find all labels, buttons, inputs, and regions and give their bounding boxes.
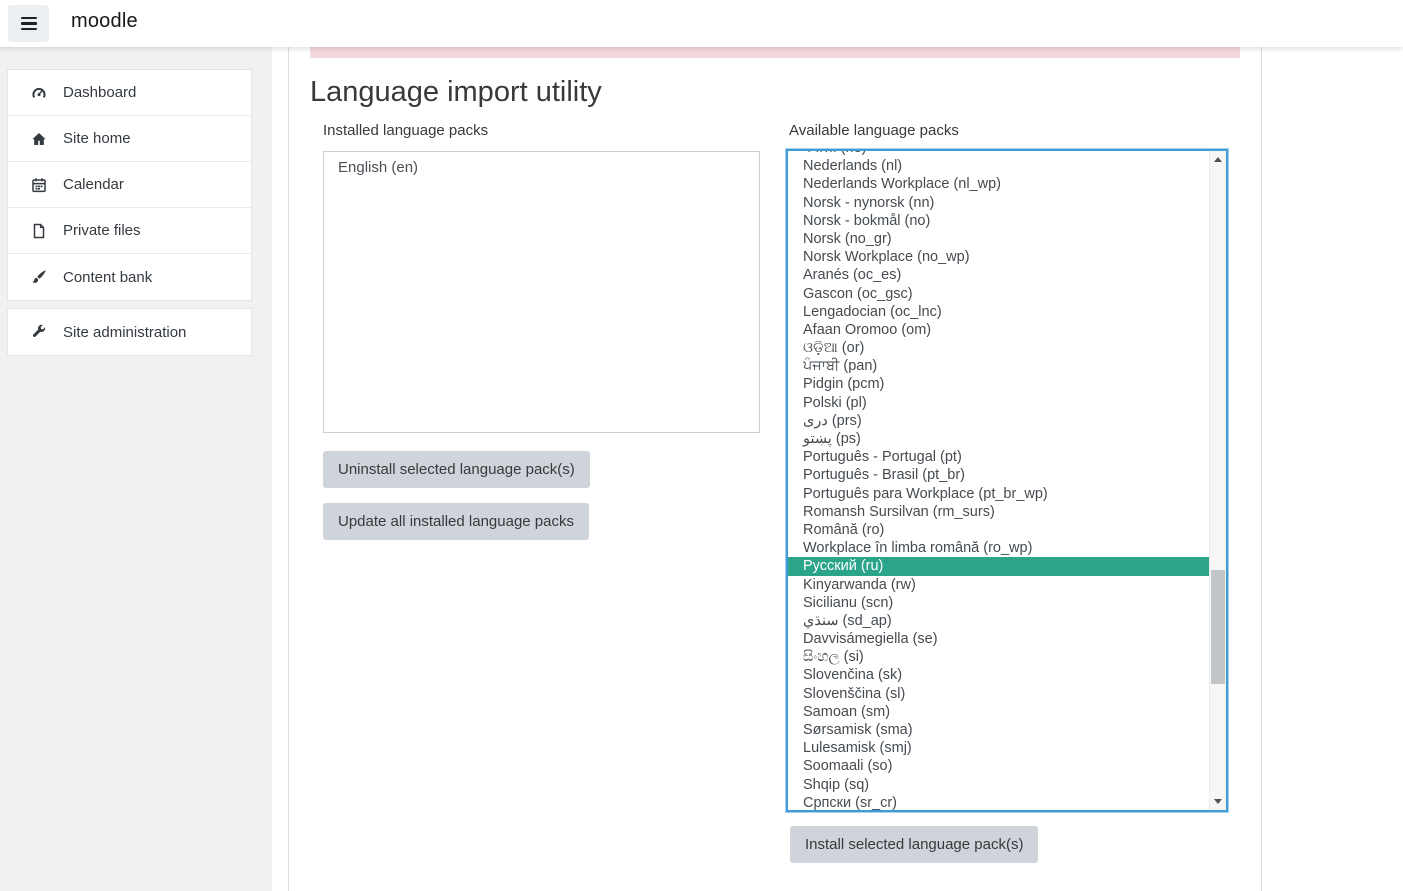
hamburger-icon: [21, 22, 37, 25]
available-option[interactable]: Nederlands (nl): [788, 157, 1209, 175]
available-option[interactable]: සිංහල (si): [788, 648, 1209, 666]
content-left-divider: [288, 47, 289, 891]
available-option[interactable]: Norsk (no_gr): [788, 230, 1209, 248]
sidebar-item-label: Private files: [63, 222, 141, 239]
sidebar-item-site-administration[interactable]: Site administration: [8, 309, 251, 355]
available-option[interactable]: Davvisámegiella (se): [788, 630, 1209, 648]
scrollbar-thumb[interactable]: [1211, 570, 1225, 684]
available-option[interactable]: Română (ro): [788, 521, 1209, 539]
top-navbar: moodle: [0, 0, 1403, 47]
sidebar-item-label: Site home: [63, 130, 131, 147]
arrow-up-icon: [1214, 157, 1222, 162]
available-option[interactable]: ਪੰਜਾਬੀ (pan): [788, 357, 1209, 375]
installed-packs-label: Installed language packs: [323, 122, 488, 139]
available-option[interactable]: Gascon (oc_gsc): [788, 285, 1209, 303]
scroll-down-button[interactable]: [1210, 793, 1226, 810]
available-options-list: नेपाली (ne)Nederlands (nl)Nederlands Wor…: [788, 149, 1209, 812]
available-option[interactable]: Português - Brasil (pt_br): [788, 466, 1209, 484]
file-icon: [30, 222, 47, 239]
available-option[interactable]: Lulesamisk (smj): [788, 739, 1209, 757]
available-option[interactable]: नेपाली (ne): [788, 149, 1209, 157]
available-option[interactable]: Shqip (sq): [788, 776, 1209, 794]
wrench-icon: [30, 324, 47, 341]
installed-option[interactable]: English (en): [324, 152, 759, 176]
hamburger-icon: [21, 17, 37, 20]
available-packs-label: Available language packs: [789, 122, 959, 139]
available-option[interactable]: Slovenčina (sk): [788, 666, 1209, 684]
install-button[interactable]: Install selected language pack(s): [790, 826, 1038, 863]
available-option[interactable]: Norsk - nynorsk (nn): [788, 194, 1209, 212]
available-packs-listbox[interactable]: नेपाली (ne)Nederlands (nl)Nederlands Wor…: [786, 149, 1228, 812]
site-brand[interactable]: moodle: [71, 10, 138, 33]
nav-drawer: Dashboard Site home Calendar Private files C…: [0, 47, 272, 891]
home-icon: [30, 130, 47, 147]
available-option[interactable]: Norsk - bokmål (no): [788, 212, 1209, 230]
sidebar-item-label: Content bank: [63, 269, 152, 286]
available-option[interactable]: Polski (pl): [788, 394, 1209, 412]
available-option[interactable]: درى (prs): [788, 412, 1209, 430]
paintbrush-icon: [30, 269, 47, 286]
available-option[interactable]: Pidgin (pcm): [788, 375, 1209, 393]
sidebar-item-private-files[interactable]: Private files: [8, 208, 251, 254]
nav-main-group: Dashboard Site home Calendar Private files C…: [7, 69, 252, 301]
available-option[interactable]: Sicilianu (scn): [788, 594, 1209, 612]
available-option[interactable]: Romansh Sursilvan (rm_surs): [788, 503, 1209, 521]
available-option[interactable]: Српски (sr_cr): [788, 794, 1209, 812]
scroll-up-button[interactable]: [1210, 151, 1226, 168]
sidebar-item-label: Dashboard: [63, 84, 136, 101]
update-all-button[interactable]: Update all installed language packs: [323, 503, 589, 540]
available-option[interactable]: پښتو (ps): [788, 430, 1209, 448]
available-option[interactable]: سنڌي (sd_ap): [788, 612, 1209, 630]
arrow-down-icon: [1214, 799, 1222, 804]
available-option[interactable]: Soomaali (so): [788, 757, 1209, 775]
installed-packs-listbox[interactable]: English (en): [323, 151, 760, 433]
available-option[interactable]: ଓଡ଼ିଆ (or): [788, 339, 1209, 357]
gauge-icon: [30, 84, 47, 101]
available-option[interactable]: Nederlands Workplace (nl_wp): [788, 175, 1209, 193]
available-option[interactable]: Norsk Workplace (no_wp): [788, 248, 1209, 266]
content-right-divider: [1261, 47, 1262, 891]
sidebar-item-dashboard[interactable]: Dashboard: [8, 70, 251, 116]
available-option[interactable]: Afaan Oromoo (om): [788, 321, 1209, 339]
available-option[interactable]: Kinyarwanda (rw): [788, 576, 1209, 594]
available-option[interactable]: Samoan (sm): [788, 703, 1209, 721]
available-option[interactable]: Aranés (oc_es): [788, 266, 1209, 284]
available-option-selected[interactable]: Русский (ru): [788, 557, 1209, 575]
sidebar-item-content-bank[interactable]: Content bank: [8, 254, 251, 300]
sidebar-item-label: Site administration: [63, 324, 186, 341]
available-option[interactable]: Sørsamisk (sma): [788, 721, 1209, 739]
calendar-icon: [30, 176, 47, 193]
available-option[interactable]: Workplace în limba română (ro_wp): [788, 539, 1209, 557]
notification-alert-clipped: [310, 47, 1240, 58]
nav-admin-group: Site administration: [7, 308, 252, 356]
hamburger-icon: [21, 28, 37, 31]
available-option[interactable]: Português para Workplace (pt_br_wp): [788, 485, 1209, 503]
available-option[interactable]: Português - Portugal (pt): [788, 448, 1209, 466]
available-option[interactable]: Slovenščina (sl): [788, 685, 1209, 703]
sidebar-item-label: Calendar: [63, 176, 124, 193]
sidebar-item-calendar[interactable]: Calendar: [8, 162, 251, 208]
uninstall-button[interactable]: Uninstall selected language pack(s): [323, 451, 590, 488]
listbox-scrollbar[interactable]: [1209, 151, 1226, 810]
available-option[interactable]: Lengadocian (oc_lnc): [788, 303, 1209, 321]
page-title: Language import utility: [310, 76, 602, 109]
sidebar-item-site-home[interactable]: Site home: [8, 116, 251, 162]
menu-toggle-button[interactable]: [8, 5, 49, 42]
